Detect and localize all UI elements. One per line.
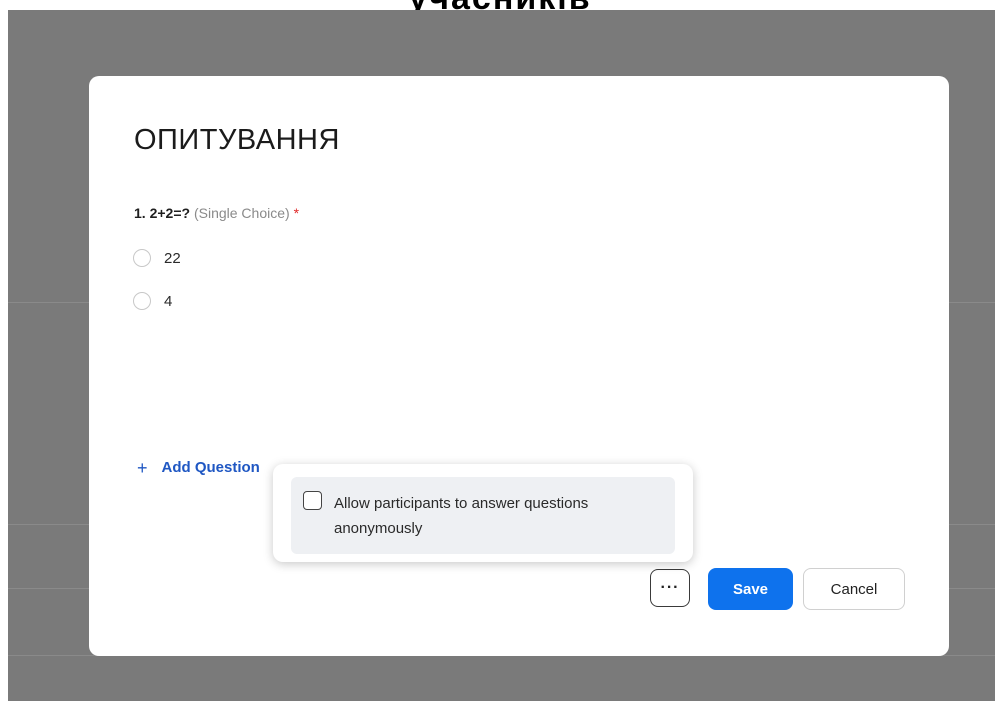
answer-option-label: 4 bbox=[164, 292, 173, 310]
add-question-button[interactable]: + Add Question bbox=[137, 457, 260, 478]
cancel-button[interactable]: Cancel bbox=[803, 568, 905, 610]
more-options-button[interactable]: ··· bbox=[650, 569, 690, 607]
required-mark: * bbox=[293, 205, 300, 221]
add-question-label: Add Question bbox=[161, 459, 260, 476]
poll-dialog: ОПИТУВАННЯ 1. 2+2=? (Single Choice) * 22… bbox=[89, 76, 949, 656]
answer-option[interactable]: 22 bbox=[133, 249, 181, 267]
background-title-fragment: учасників bbox=[300, 0, 700, 10]
dialog-title: ОПИТУВАННЯ bbox=[134, 124, 340, 156]
question-type: (Single Choice) bbox=[193, 205, 290, 221]
background-title-text: учасників bbox=[300, 0, 700, 10]
page: учасників ОПИТУВАННЯ 1. 2+2=? (Single Ch… bbox=[0, 0, 995, 701]
answer-option-label: 22 bbox=[164, 249, 181, 267]
anonymous-checkbox-label[interactable]: Allow participants to answer questions a… bbox=[334, 491, 674, 541]
anonymous-option[interactable]: Allow participants to answer questions a… bbox=[291, 477, 675, 554]
question-number: 1. bbox=[134, 205, 146, 221]
question-text: 2+2=? bbox=[149, 205, 191, 221]
radio-button[interactable] bbox=[133, 249, 151, 267]
question-header: 1. 2+2=? (Single Choice) * bbox=[134, 205, 299, 221]
radio-button[interactable] bbox=[133, 292, 151, 310]
plus-icon: + bbox=[137, 457, 148, 478]
anonymous-checkbox[interactable] bbox=[303, 491, 322, 510]
save-button[interactable]: Save bbox=[708, 568, 793, 610]
more-options-popover: Allow participants to answer questions a… bbox=[273, 464, 693, 562]
answer-option[interactable]: 4 bbox=[133, 292, 172, 310]
